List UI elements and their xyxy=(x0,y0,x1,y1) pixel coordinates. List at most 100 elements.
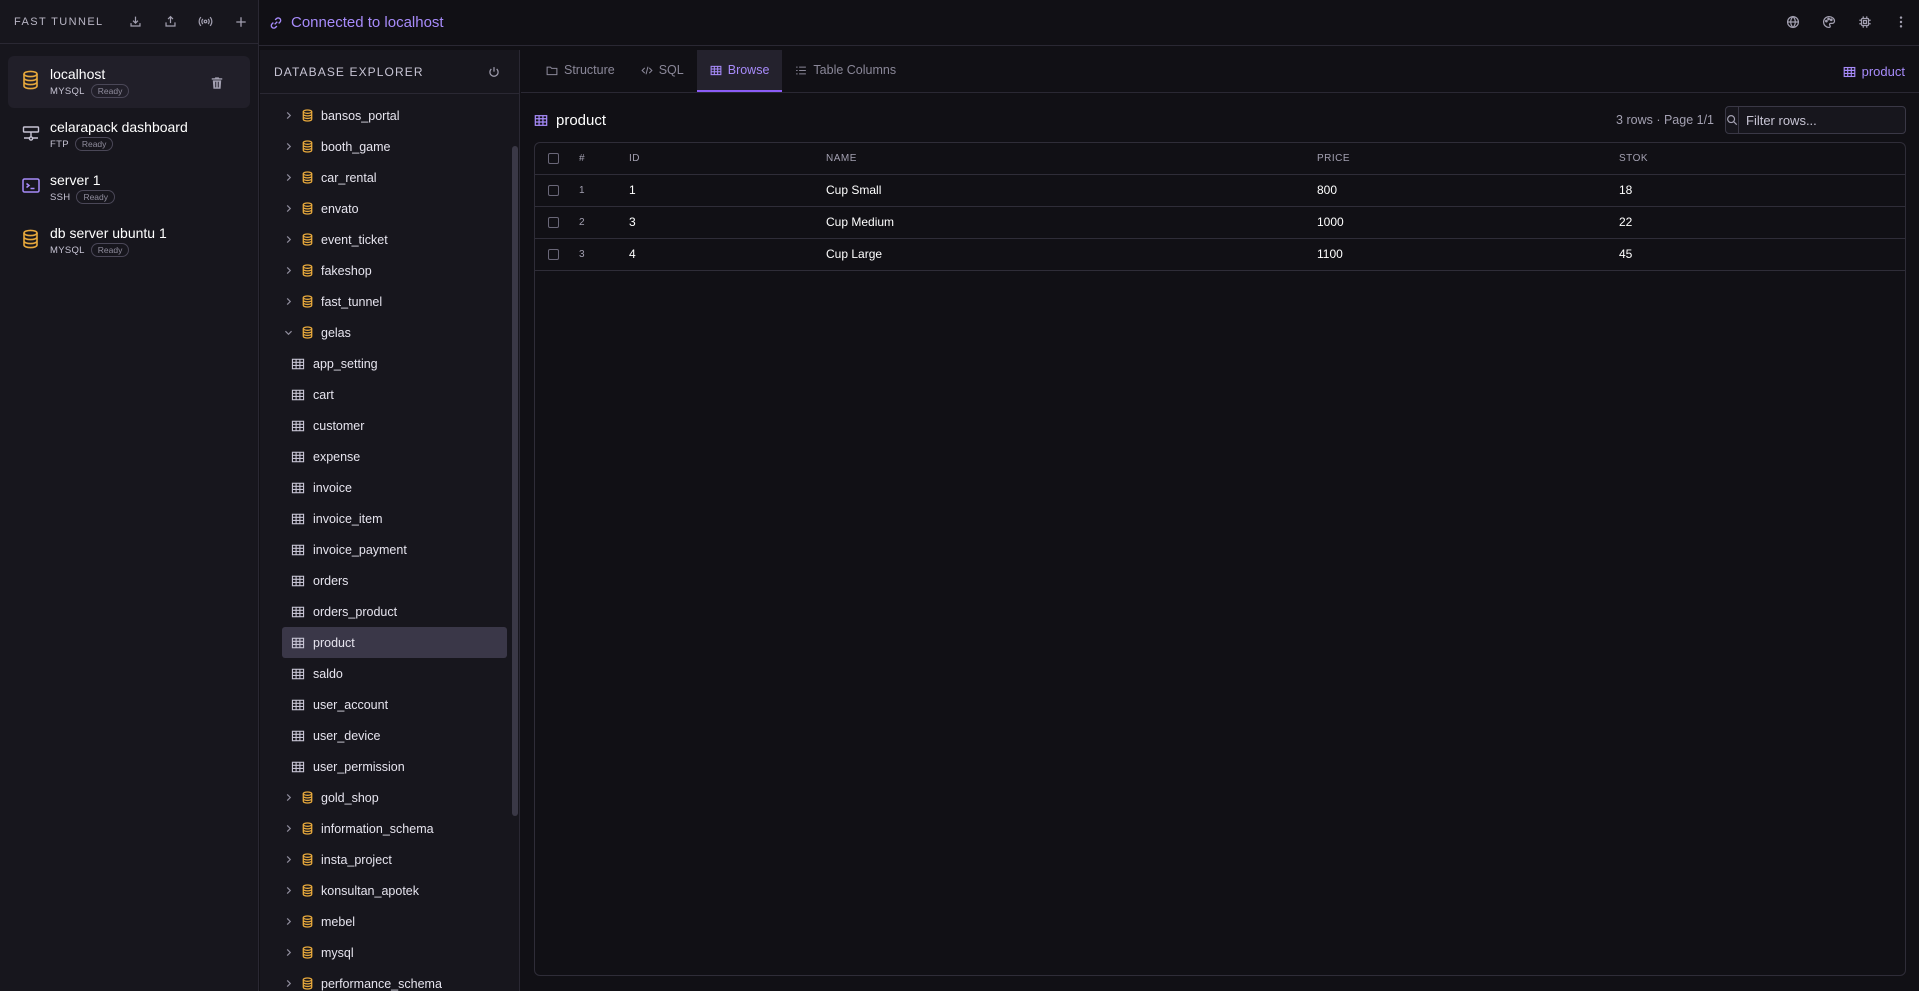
cell-stok[interactable]: 45 xyxy=(1619,238,1905,270)
cell-id[interactable]: 3 xyxy=(629,206,826,238)
row-number: 3 xyxy=(579,248,585,260)
tree-item-table[interactable]: user_device xyxy=(282,720,507,751)
cell-price[interactable]: 1000 xyxy=(1317,206,1619,238)
tree-item-database[interactable]: car_rental xyxy=(282,162,507,193)
cell-id[interactable]: 4 xyxy=(629,238,826,270)
database-name: event_ticket xyxy=(321,232,388,247)
row-checkbox[interactable] xyxy=(548,249,559,261)
cell-price[interactable]: 800 xyxy=(1317,174,1619,206)
palette-icon[interactable] xyxy=(1811,8,1847,36)
tree-item-table[interactable]: orders xyxy=(282,565,507,596)
chevron-right-icon[interactable] xyxy=(282,266,294,275)
connection-name: localhost xyxy=(50,66,106,82)
tree-item-table[interactable]: saldo xyxy=(282,658,507,689)
disconnect-icon[interactable] xyxy=(476,58,511,86)
select-all-checkbox[interactable] xyxy=(548,152,559,164)
tree-item-table[interactable]: product xyxy=(282,627,507,658)
cell-stok[interactable]: 22 xyxy=(1619,206,1905,238)
broadcast-icon[interactable] xyxy=(188,8,223,36)
chevron-right-icon[interactable] xyxy=(282,297,294,306)
tree-item-table[interactable]: invoice_item xyxy=(282,503,507,534)
export-icon[interactable] xyxy=(153,8,188,36)
explorer-scrollbar[interactable] xyxy=(512,146,518,816)
column-header-stok[interactable]: STOK xyxy=(1619,143,1905,174)
cell-price[interactable]: 1100 xyxy=(1317,238,1619,270)
search-icon[interactable] xyxy=(1726,107,1739,133)
table-name: user_permission xyxy=(313,759,405,774)
tree-item-database[interactable]: bansos_portal xyxy=(282,100,507,131)
row-checkbox[interactable] xyxy=(548,217,559,229)
table-name: app_setting xyxy=(313,356,378,371)
chip-icon[interactable] xyxy=(1847,8,1883,36)
tab-browse[interactable]: Browse xyxy=(696,50,783,92)
database-explorer: DATABASE EXPLORER bansos_portal booth_gam… xyxy=(260,50,520,991)
list-icon xyxy=(795,65,807,76)
connection-item-localhost[interactable]: localhost MYSQL Ready xyxy=(8,56,250,108)
chevron-right-icon[interactable] xyxy=(282,173,294,182)
chevron-right-icon[interactable] xyxy=(282,142,294,151)
tree-item-table[interactable]: cart xyxy=(282,379,507,410)
table-row[interactable]: 2 3 Cup Medium 1000 22 xyxy=(535,206,1905,238)
tree-item-database[interactable]: mebel xyxy=(282,906,507,937)
tree-item-table[interactable]: customer xyxy=(282,410,507,441)
chevron-right-icon[interactable] xyxy=(282,979,294,988)
tree-item-database[interactable]: fakeshop xyxy=(282,255,507,286)
cell-stok[interactable]: 18 xyxy=(1619,174,1905,206)
chevron-right-icon[interactable] xyxy=(282,948,294,957)
column-header-id[interactable]: ID xyxy=(629,143,826,174)
tree-item-table[interactable]: user_account xyxy=(282,689,507,720)
tab-table-columns[interactable]: Table Columns xyxy=(782,50,909,92)
tree-item-database[interactable]: envato xyxy=(282,193,507,224)
chevron-right-icon[interactable] xyxy=(282,204,294,213)
table-icon xyxy=(291,668,305,680)
globe-icon[interactable] xyxy=(1775,8,1811,36)
row-checkbox[interactable] xyxy=(548,185,559,197)
tree-item-database[interactable]: gold_shop xyxy=(282,782,507,813)
tree-item-database[interactable]: booth_game xyxy=(282,131,507,162)
current-table-name: product xyxy=(1861,64,1905,79)
cell-name[interactable]: Cup Medium xyxy=(826,206,1317,238)
add-connection-icon[interactable] xyxy=(223,8,258,36)
connection-name: server 1 xyxy=(50,172,101,188)
tree-item-database[interactable]: mysql xyxy=(282,937,507,968)
more-vertical-icon[interactable] xyxy=(1883,8,1919,36)
chevron-right-icon[interactable] xyxy=(282,824,294,833)
cell-name[interactable]: Cup Large xyxy=(826,238,1317,270)
tree-item-table[interactable]: invoice_payment xyxy=(282,534,507,565)
tree-item-database[interactable]: fast_tunnel xyxy=(282,286,507,317)
tree-item-table[interactable]: app_setting xyxy=(282,348,507,379)
table-row[interactable]: 3 4 Cup Large 1100 45 xyxy=(535,238,1905,270)
tree-item-table[interactable]: orders_product xyxy=(282,596,507,627)
cell-id[interactable]: 1 xyxy=(629,174,826,206)
chevron-right-icon[interactable] xyxy=(282,793,294,802)
chevron-right-icon[interactable] xyxy=(282,855,294,864)
tree-item-database[interactable]: information_schema xyxy=(282,813,507,844)
column-header-name[interactable]: NAME xyxy=(826,143,1317,174)
chevron-right-icon[interactable] xyxy=(282,917,294,926)
filter-rows-input[interactable] xyxy=(1739,107,1919,133)
chevron-right-icon[interactable] xyxy=(282,111,294,120)
tree-item-table[interactable]: user_permission xyxy=(282,751,507,782)
database-icon xyxy=(22,70,40,92)
connection-item-db-server-ubuntu-1[interactable]: db server ubuntu 1 MYSQL Ready xyxy=(8,215,250,267)
cell-name[interactable]: Cup Small xyxy=(826,174,1317,206)
import-icon[interactable] xyxy=(118,8,153,36)
tree-item-table[interactable]: invoice xyxy=(282,472,507,503)
tree-item-database[interactable]: gelas xyxy=(282,317,507,348)
tree-item-database[interactable]: event_ticket xyxy=(282,224,507,255)
database-name: konsultan_apotek xyxy=(321,883,419,898)
chevron-down-icon[interactable] xyxy=(282,329,294,336)
chevron-right-icon[interactable] xyxy=(282,886,294,895)
tree-item-database[interactable]: insta_project xyxy=(282,844,507,875)
chevron-right-icon[interactable] xyxy=(282,235,294,244)
tab-structure[interactable]: Structure xyxy=(533,50,628,92)
connection-item-celarapack-dashboard[interactable]: celarapack dashboard FTP Ready xyxy=(8,109,250,161)
table-row[interactable]: 1 1 Cup Small 800 18 xyxy=(535,174,1905,206)
tree-item-database[interactable]: konsultan_apotek xyxy=(282,875,507,906)
connection-item-server-1[interactable]: server 1 SSH Ready xyxy=(8,162,250,214)
tree-item-database[interactable]: performance_schema xyxy=(282,968,507,991)
trash-icon[interactable] xyxy=(210,76,228,94)
tree-item-table[interactable]: expense xyxy=(282,441,507,472)
tab-sql[interactable]: SQL xyxy=(628,50,697,92)
column-header-price[interactable]: PRICE xyxy=(1317,143,1619,174)
